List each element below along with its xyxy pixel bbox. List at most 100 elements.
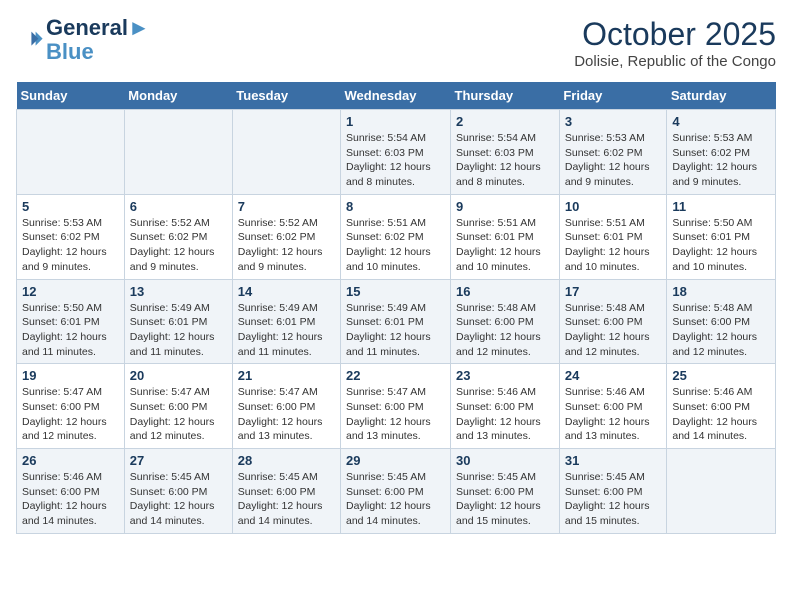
calendar-week-5: 26 Sunrise: 5:46 AMSunset: 6:00 PMDayligh…	[17, 449, 776, 534]
calendar-cell: 29 Sunrise: 5:45 AMSunset: 6:00 PMDayligh…	[341, 449, 451, 534]
logo-text: General► Blue	[46, 16, 150, 64]
cell-info: Sunrise: 5:46 AMSunset: 6:00 PMDaylight:…	[22, 470, 119, 529]
calendar-cell: 16 Sunrise: 5:48 AMSunset: 6:00 PMDayligh…	[451, 279, 560, 364]
calendar-cell: 8 Sunrise: 5:51 AMSunset: 6:02 PMDaylight…	[341, 194, 451, 279]
calendar-cell: 25Sunrise: 5:46 AMSunset: 6:00 PMDayligh…	[667, 364, 776, 449]
title-block: October 2025 Dolisie, Republic of the Co…	[574, 16, 776, 70]
day-number: 30	[456, 453, 554, 468]
calendar-cell: 9 Sunrise: 5:51 AMSunset: 6:01 PMDaylight…	[451, 194, 560, 279]
day-number: 10	[565, 199, 662, 214]
cell-info: Sunrise: 5:47 AMSunset: 6:00 PMDaylight:…	[22, 385, 119, 444]
cell-info: Sunrise: 5:51 AMSunset: 6:02 PMDaylight:…	[346, 216, 445, 275]
calendar-cell: 11 Sunrise: 5:50 AMSunset: 6:01 PMDayligh…	[667, 194, 776, 279]
day-number: 12	[22, 284, 119, 299]
day-number: 8	[346, 199, 445, 214]
day-number: 5	[22, 199, 119, 214]
cell-info: Sunrise: 5:53 AMSunset: 6:02 PMDaylight:…	[22, 216, 119, 275]
calendar-week-3: 12 Sunrise: 5:50 AMSunset: 6:01 PMDayligh…	[17, 279, 776, 364]
calendar-week-4: 19 Sunrise: 5:47 AMSunset: 6:00 PMDayligh…	[17, 364, 776, 449]
calendar-cell: 3 Sunrise: 5:53 AMSunset: 6:02 PMDaylight…	[559, 110, 667, 195]
cell-info: Sunrise: 5:46 AMSunset: 6:00 PMDaylight:…	[565, 385, 662, 444]
calendar-week-2: 5 Sunrise: 5:53 AMSunset: 6:02 PMDaylight…	[17, 194, 776, 279]
calendar-cell	[667, 449, 776, 534]
calendar-cell: 26 Sunrise: 5:46 AMSunset: 6:00 PMDayligh…	[17, 449, 125, 534]
day-number: 27	[130, 453, 227, 468]
cell-info: Sunrise: 5:49 AMSunset: 6:01 PMDaylight:…	[238, 301, 335, 360]
calendar-cell: 14Sunrise: 5:49 AMSunset: 6:01 PMDayligh…	[232, 279, 340, 364]
cell-info: Sunrise: 5:47 AMSunset: 6:00 PMDaylight:…	[238, 385, 335, 444]
day-number: 21	[238, 368, 335, 383]
calendar-cell: 24 Sunrise: 5:46 AMSunset: 6:00 PMDayligh…	[559, 364, 667, 449]
calendar-cell: 27 Sunrise: 5:45 AMSunset: 6:00 PMDayligh…	[124, 449, 232, 534]
day-number: 15	[346, 284, 445, 299]
calendar-cell: 13 Sunrise: 5:49 AMSunset: 6:01 PMDayligh…	[124, 279, 232, 364]
calendar-cell: 23 Sunrise: 5:46 AMSunset: 6:00 PMDayligh…	[451, 364, 560, 449]
day-number: 9	[456, 199, 554, 214]
calendar-cell: 10 Sunrise: 5:51 AMSunset: 6:01 PMDayligh…	[559, 194, 667, 279]
calendar-cell: 19 Sunrise: 5:47 AMSunset: 6:00 PMDayligh…	[17, 364, 125, 449]
day-number: 31	[565, 453, 662, 468]
day-number: 13	[130, 284, 227, 299]
calendar-cell: 20Sunrise: 5:47 AMSunset: 6:00 PMDayligh…	[124, 364, 232, 449]
cell-info: Sunrise: 5:54 AMSunset: 6:03 PMDaylight:…	[346, 131, 445, 190]
calendar-cell: 7Sunrise: 5:52 AMSunset: 6:02 PMDaylight…	[232, 194, 340, 279]
cell-info: Sunrise: 5:46 AMSunset: 6:00 PMDaylight:…	[672, 385, 770, 444]
cell-info: Sunrise: 5:46 AMSunset: 6:00 PMDaylight:…	[456, 385, 554, 444]
calendar-cell: 15 Sunrise: 5:49 AMSunset: 6:01 PMDayligh…	[341, 279, 451, 364]
day-number: 17	[565, 284, 662, 299]
day-number: 4	[672, 114, 770, 129]
cell-info: Sunrise: 5:49 AMSunset: 6:01 PMDaylight:…	[346, 301, 445, 360]
day-number: 28	[238, 453, 335, 468]
header-wednesday: Wednesday	[341, 82, 451, 110]
month-year: October 2025	[574, 16, 776, 53]
cell-info: Sunrise: 5:53 AMSunset: 6:02 PMDaylight:…	[672, 131, 770, 190]
cell-info: Sunrise: 5:48 AMSunset: 6:00 PMDaylight:…	[672, 301, 770, 360]
cell-info: Sunrise: 5:50 AMSunset: 6:01 PMDaylight:…	[672, 216, 770, 275]
cell-info: Sunrise: 5:48 AMSunset: 6:00 PMDaylight:…	[456, 301, 554, 360]
calendar-week-1: 1Sunrise: 5:54 AMSunset: 6:03 PMDaylight…	[17, 110, 776, 195]
header-saturday: Saturday	[667, 82, 776, 110]
day-number: 16	[456, 284, 554, 299]
day-number: 29	[346, 453, 445, 468]
day-number: 23	[456, 368, 554, 383]
cell-info: Sunrise: 5:47 AMSunset: 6:00 PMDaylight:…	[346, 385, 445, 444]
cell-info: Sunrise: 5:51 AMSunset: 6:01 PMDaylight:…	[565, 216, 662, 275]
calendar-cell: 6Sunrise: 5:52 AMSunset: 6:02 PMDaylight…	[124, 194, 232, 279]
calendar-cell	[124, 110, 232, 195]
day-number: 26	[22, 453, 119, 468]
calendar-cell: 5 Sunrise: 5:53 AMSunset: 6:02 PMDaylight…	[17, 194, 125, 279]
calendar-cell: 2Sunrise: 5:54 AMSunset: 6:03 PMDaylight…	[451, 110, 560, 195]
day-number: 22	[346, 368, 445, 383]
cell-info: Sunrise: 5:53 AMSunset: 6:02 PMDaylight:…	[565, 131, 662, 190]
calendar-cell: 28Sunrise: 5:45 AMSunset: 6:00 PMDayligh…	[232, 449, 340, 534]
calendar-table: SundayMondayTuesdayWednesdayThursdayFrid…	[16, 82, 776, 534]
cell-info: Sunrise: 5:45 AMSunset: 6:00 PMDaylight:…	[565, 470, 662, 529]
header-friday: Friday	[559, 82, 667, 110]
cell-info: Sunrise: 5:51 AMSunset: 6:01 PMDaylight:…	[456, 216, 554, 275]
calendar-header-row: SundayMondayTuesdayWednesdayThursdayFrid…	[17, 82, 776, 110]
header-tuesday: Tuesday	[232, 82, 340, 110]
calendar-cell: 18 Sunrise: 5:48 AMSunset: 6:00 PMDayligh…	[667, 279, 776, 364]
calendar-cell: 12 Sunrise: 5:50 AMSunset: 6:01 PMDayligh…	[17, 279, 125, 364]
day-number: 24	[565, 368, 662, 383]
calendar-cell: 4 Sunrise: 5:53 AMSunset: 6:02 PMDaylight…	[667, 110, 776, 195]
day-number: 6	[130, 199, 227, 214]
cell-info: Sunrise: 5:45 AMSunset: 6:00 PMDaylight:…	[346, 470, 445, 529]
day-number: 19	[22, 368, 119, 383]
logo-icon	[16, 26, 44, 54]
page-header: General► Blue October 2025 Dolisie, Repu…	[16, 16, 776, 70]
day-number: 18	[672, 284, 770, 299]
calendar-cell: 31 Sunrise: 5:45 AMSunset: 6:00 PMDayligh…	[559, 449, 667, 534]
day-number: 7	[238, 199, 335, 214]
cell-info: Sunrise: 5:50 AMSunset: 6:01 PMDaylight:…	[22, 301, 119, 360]
header-sunday: Sunday	[17, 82, 125, 110]
logo: General► Blue	[16, 16, 150, 64]
day-number: 3	[565, 114, 662, 129]
cell-info: Sunrise: 5:45 AMSunset: 6:00 PMDaylight:…	[130, 470, 227, 529]
calendar-cell: 1Sunrise: 5:54 AMSunset: 6:03 PMDaylight…	[341, 110, 451, 195]
header-monday: Monday	[124, 82, 232, 110]
cell-info: Sunrise: 5:49 AMSunset: 6:01 PMDaylight:…	[130, 301, 227, 360]
day-number: 11	[672, 199, 770, 214]
header-thursday: Thursday	[451, 82, 560, 110]
day-number: 20	[130, 368, 227, 383]
